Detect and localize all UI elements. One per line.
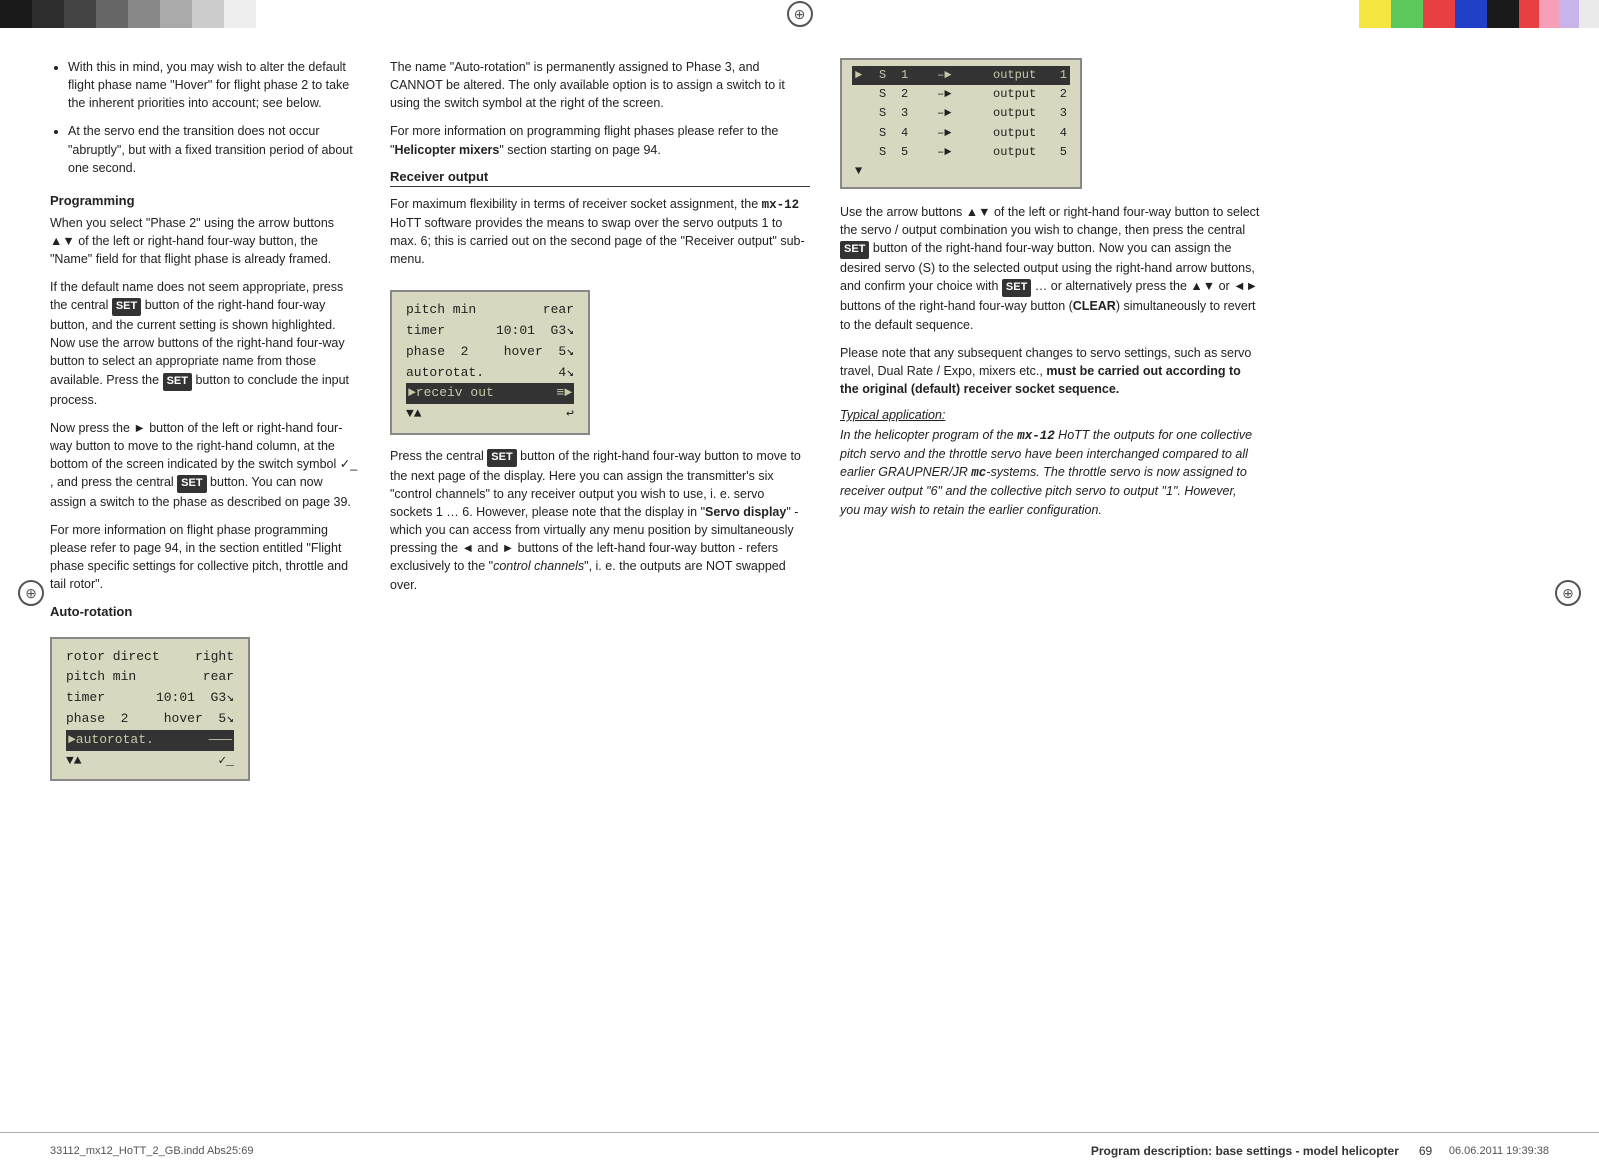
auto-rotation-heading: Auto-rotation: [50, 604, 360, 619]
auto-rotation-screen: rotor direct right pitch min rear timer …: [50, 637, 250, 782]
programming-text-3: Now press the ► button of the left or ri…: [50, 419, 360, 511]
bullet-list: With this in mind, you may wish to alter…: [50, 58, 360, 177]
bullet-item-1: With this in mind, you may wish to alter…: [68, 58, 360, 112]
output-row-5: S 5 –► output 5: [852, 143, 1070, 162]
top-bar-right-block: [1519, 0, 1539, 28]
screen-row-4: phase 2 hover 5↘: [66, 709, 234, 730]
typical-app-text: In the helicopter program of the mx-12 H…: [840, 426, 1260, 519]
m-screen-row-5-highlighted: ►receiv out ≡►: [406, 383, 574, 404]
programming-text-4: For more information on flight phase pro…: [50, 521, 360, 594]
top-bar: ⊕: [0, 0, 1599, 28]
mx12-right: mx-12: [1017, 429, 1055, 443]
m-screen-row-4: autorotat. 4↘: [406, 363, 574, 384]
output-row-3: S 3 –► output 3: [852, 104, 1070, 123]
receiver-text-1: For maximum flexibility in terms of rece…: [390, 195, 810, 269]
screen-row-5-highlighted: ►autorotat. ———: [66, 730, 234, 751]
top-bar-left-block: [96, 0, 128, 28]
screen-row-3: timer 10:01 G3↘: [66, 688, 234, 709]
top-bar-left-block: [64, 0, 96, 28]
top-bar-center: ⊕: [320, 0, 1279, 28]
receiver-output-heading: Receiver output: [390, 169, 810, 187]
footer-right-text: 06.06.2011 19:39:38: [1449, 1145, 1549, 1157]
flight-phases-text: For more information on programming flig…: [390, 122, 810, 158]
top-bar-left-block: [192, 0, 224, 28]
top-bar-left-block: [0, 0, 32, 28]
mc-right: mc: [971, 466, 986, 480]
m-screen-row-1: pitch min rear: [406, 300, 574, 321]
top-bar-left-block: [32, 0, 64, 28]
set-badge-1: SET: [112, 298, 141, 316]
footer-center-text: Program description: base settings - mod…: [253, 1144, 1418, 1158]
output-table: ► S 1 –► output 1 S 2 –► output 2 S 3 –►: [840, 58, 1082, 189]
typical-app-label: Typical application:: [840, 408, 1260, 422]
top-bar-left-block: [128, 0, 160, 28]
main-content: ⊕ ⊕ With this in mind, you may wish to a…: [0, 28, 1599, 823]
screen-row-1: rotor direct right: [66, 647, 234, 668]
m-screen-row-6: ▼▲ ↩: [406, 404, 574, 425]
press-text: Press the central SET button of the righ…: [390, 447, 810, 594]
top-bar-right-block: [1455, 0, 1487, 28]
footer-left-text: 33112_mx12_HoTT_2_GB.indd Abs25:69: [50, 1145, 253, 1157]
top-bar-right-block: [1359, 0, 1391, 28]
set-badge-mid: SET: [487, 449, 516, 467]
use-arrow-text: Use the arrow buttons ▲▼ of the left or …: [840, 203, 1260, 334]
crosshair-center: ⊕: [787, 1, 813, 27]
m-screen-row-2: timer 10:01 G3↘: [406, 321, 574, 342]
top-bar-right-block: [1579, 0, 1599, 28]
m-screen-row-3: phase 2 hover 5↘: [406, 342, 574, 363]
left-crosshair: ⊕: [18, 580, 44, 606]
top-bar-right-block: [1391, 0, 1423, 28]
top-bar-left-block: [224, 0, 256, 28]
bullet-item-2: At the servo end the transition does not…: [68, 122, 360, 176]
programming-text-2: If the default name does not seem approp…: [50, 278, 360, 409]
output-row-4: S 4 –► output 4: [852, 124, 1070, 143]
right-crosshair: ⊕: [1555, 580, 1581, 606]
auto-rotation-text: The name "Auto-rotation" is permanently …: [390, 58, 810, 112]
top-bar-right-block: [1487, 0, 1519, 28]
top-bar-right-block: [1559, 0, 1579, 28]
top-bar-right-block: [1539, 0, 1559, 28]
top-bar-right: [1279, 0, 1599, 28]
output-row-bottom: ▼: [852, 162, 1070, 181]
footer-page-number: 69: [1419, 1144, 1449, 1158]
set-badge-2: SET: [163, 373, 192, 391]
set-badge-3: SET: [177, 475, 206, 493]
programming-text-1: When you select "Phase 2" using the arro…: [50, 214, 360, 268]
middle-column: The name "Auto-rotation" is permanently …: [390, 58, 810, 793]
screen-row-2: pitch min rear: [66, 667, 234, 688]
top-bar-left-block: [160, 0, 192, 28]
right-column: ► S 1 –► output 1 S 2 –► output 2 S 3 –►: [840, 58, 1260, 793]
screen-row-6: ▼▲ ✓_: [66, 751, 234, 772]
top-bar-right-block: [1423, 0, 1455, 28]
footer: 33112_mx12_HoTT_2_GB.indd Abs25:69 Progr…: [0, 1132, 1599, 1168]
output-row-1-highlighted: ► S 1 –► output 1: [852, 66, 1070, 85]
note-text: Please note that any subsequent changes …: [840, 344, 1260, 398]
programming-heading: Programming: [50, 193, 360, 208]
set-badge-right-1: SET: [840, 241, 869, 259]
left-column: With this in mind, you may wish to alter…: [50, 58, 360, 793]
set-badge-right-2: SET: [1002, 279, 1031, 297]
mx12-1: mx-12: [762, 198, 800, 212]
output-row-2: S 2 –► output 2: [852, 85, 1070, 104]
middle-screen: pitch min rear timer 10:01 G3↘ phase 2 h…: [390, 290, 590, 435]
top-bar-left: [0, 0, 320, 28]
or-text: or: [1219, 279, 1230, 293]
